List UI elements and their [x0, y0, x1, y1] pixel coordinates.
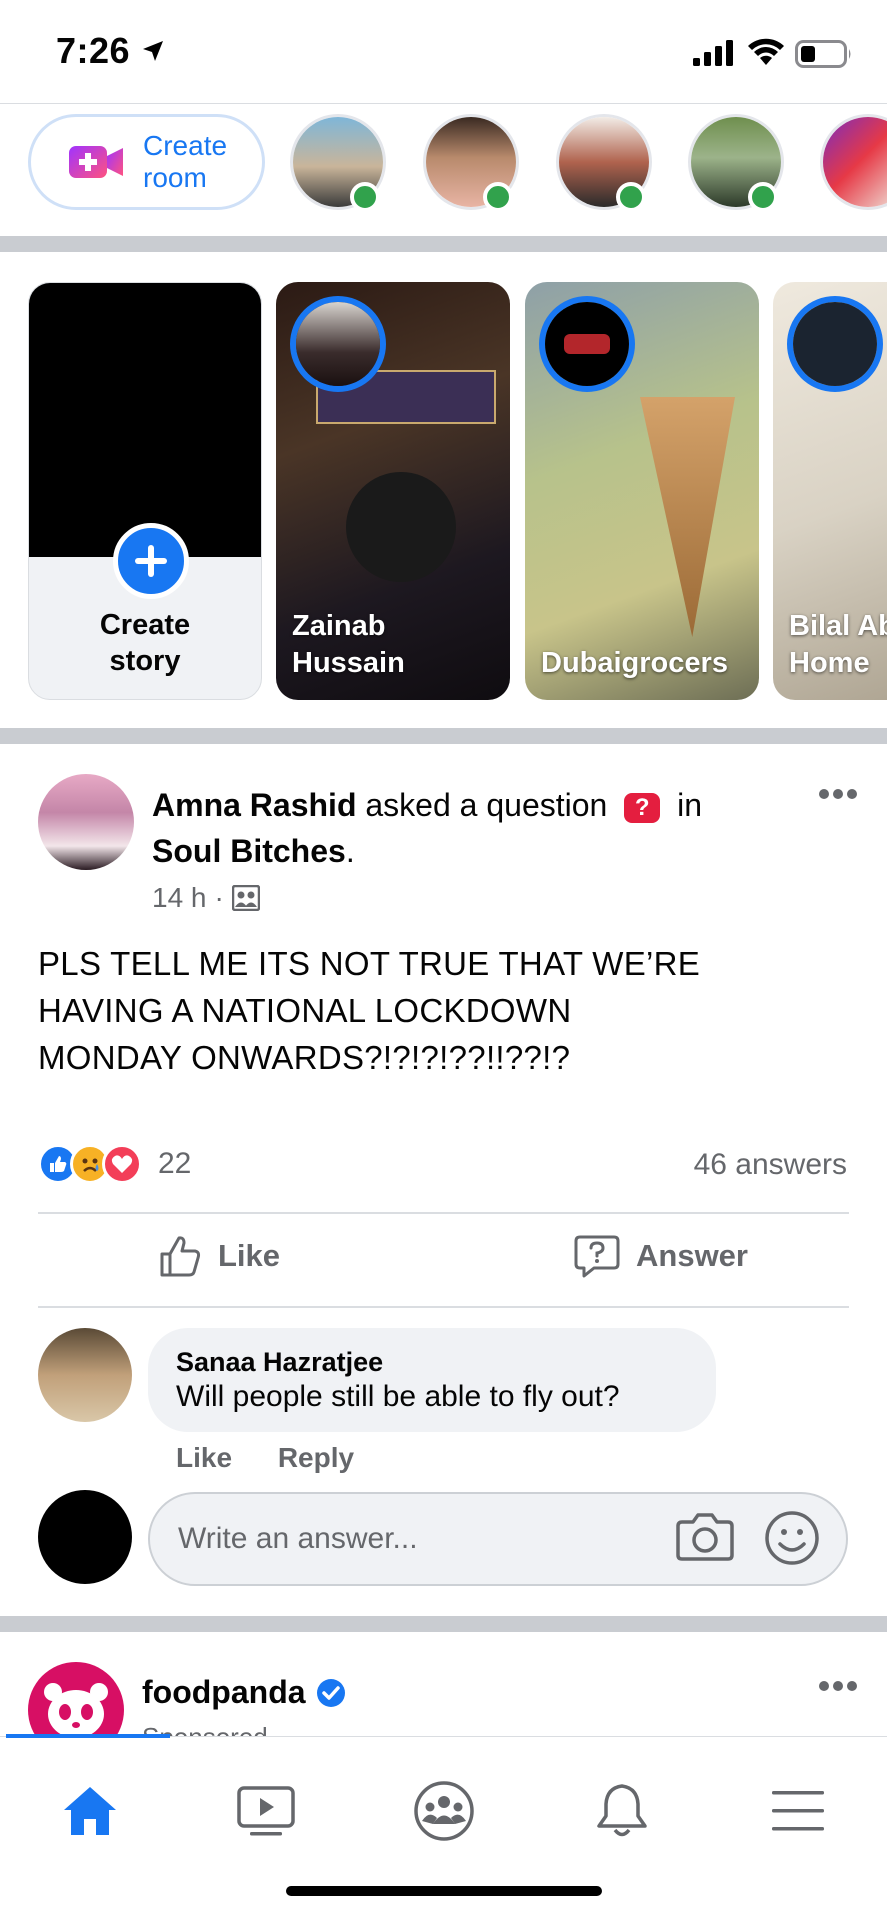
camera-icon[interactable]	[676, 1510, 734, 1562]
sponsored-post: foodpanda Sponsored ·	[0, 1632, 887, 1736]
wifi-icon	[748, 38, 784, 65]
active-tab-indicator	[6, 1734, 170, 1738]
status-time: 7:26	[56, 30, 131, 71]
post-meta: 14 h ·	[152, 882, 260, 914]
home-indicator[interactable]	[286, 1886, 602, 1896]
location-arrow-icon	[143, 41, 163, 61]
group-name[interactable]: Soul Bitches	[152, 833, 346, 869]
comment-reply-link[interactable]: Reply	[278, 1442, 354, 1473]
home-icon	[64, 1787, 116, 1835]
story-image-detail	[640, 397, 735, 637]
foodpanda-avatar[interactable]	[28, 1662, 124, 1736]
divider	[38, 1306, 849, 1308]
comment-actions: Like Reply	[176, 1442, 392, 1474]
emoji-icon[interactable]	[764, 1510, 820, 1566]
more-options-icon[interactable]	[818, 788, 858, 800]
tab-watch[interactable]	[216, 1771, 316, 1851]
reaction-summary[interactable]: 22	[38, 1144, 191, 1184]
story-image-detail	[346, 472, 456, 582]
online-indicator	[748, 182, 778, 212]
reaction-count: 22	[158, 1147, 192, 1180]
tab-menu[interactable]	[748, 1771, 848, 1851]
post-body: PLS TELL ME ITS NOT TRUE THAT WE’RE HAVI…	[38, 945, 701, 1076]
battery-icon	[795, 40, 851, 68]
comment-text: Will people still be able to fly out?	[176, 1380, 620, 1413]
feed-post: Amna Rashid asked a question ? in Soul B…	[0, 746, 887, 1616]
story-card[interactable]: Dubaigrocers	[525, 282, 759, 700]
status-bar: 7:26	[0, 0, 887, 104]
add-story-icon[interactable]	[113, 523, 189, 599]
comment-like-link[interactable]: Like	[176, 1442, 232, 1473]
bell-icon	[597, 1784, 647, 1837]
story-avatar	[539, 296, 635, 392]
post-in-text: in	[677, 787, 703, 823]
author-name[interactable]: Amna Rashid	[152, 787, 356, 823]
question-bubble-icon	[574, 1235, 620, 1278]
story-card[interactable]: Bilal Ab Home	[773, 282, 887, 700]
answers-count[interactable]: 46 answers	[694, 1148, 847, 1182]
tab-home[interactable]	[40, 1771, 140, 1851]
commenter-avatar[interactable]	[38, 1328, 132, 1422]
story-avatar	[787, 296, 883, 392]
tab-groups[interactable]	[394, 1771, 494, 1851]
create-story-label: Create story	[99, 609, 191, 677]
story-author-name: Dubaigrocers	[541, 647, 728, 679]
sponsor-page-name[interactable]: foodpanda	[142, 1674, 346, 1711]
comment-author[interactable]: Sanaa Hazratjee	[176, 1346, 688, 1378]
cellular-signal-icon	[693, 40, 733, 66]
verified-badge-icon	[316, 1678, 345, 1707]
author-avatar[interactable]	[38, 774, 134, 870]
online-indicator	[350, 182, 380, 212]
story-author-name: Bilal Ab Home	[789, 610, 887, 679]
groups-icon	[414, 1781, 474, 1841]
section-divider	[0, 236, 887, 252]
create-room-label: Create room	[143, 130, 228, 193]
post-header: Amna Rashid asked a question ? in Soul B…	[152, 787, 703, 869]
story-avatar	[290, 296, 386, 392]
group-audience-icon	[231, 885, 260, 911]
section-divider	[0, 728, 887, 744]
online-indicator	[483, 182, 513, 212]
create-story-card[interactable]: Create story	[28, 282, 262, 700]
stories-row[interactable]: Create story Zainab Hussain Dubaigrocers	[0, 252, 887, 728]
love-reaction-icon	[102, 1144, 142, 1184]
answer-button[interactable]: Answer	[574, 1234, 748, 1278]
current-user-avatar	[38, 1490, 132, 1584]
story-author-name: Zainab Hussain	[292, 610, 405, 679]
more-options-icon[interactable]	[818, 1680, 858, 1692]
post-time[interactable]: 14 h	[152, 882, 207, 914]
video-plus-icon	[67, 142, 125, 182]
menu-icon	[772, 1791, 824, 1831]
create-room-button[interactable]: Create room	[28, 114, 265, 210]
section-divider	[0, 1616, 887, 1632]
story-card[interactable]: Zainab Hussain	[276, 282, 510, 700]
answer-input[interactable]: Write an answer...	[148, 1492, 848, 1586]
rooms-row[interactable]: Create room	[0, 104, 887, 236]
divider	[38, 1212, 849, 1214]
tab-notifications[interactable]	[572, 1771, 672, 1851]
like-button[interactable]: Like	[158, 1234, 280, 1278]
room-contact-avatar[interactable]	[820, 114, 887, 210]
online-indicator	[616, 182, 646, 212]
thumbs-up-icon	[160, 1236, 201, 1277]
post-action-text: asked a question	[365, 787, 608, 823]
comment-bubble[interactable]: Sanaa Hazratjee Will people still be abl…	[148, 1328, 716, 1432]
story-preview	[29, 283, 261, 557]
watch-icon	[237, 1786, 295, 1836]
panda-logo-icon	[44, 1683, 108, 1736]
answer-input-placeholder: Write an answer...	[178, 1522, 418, 1555]
question-icon: ?	[624, 792, 661, 823]
